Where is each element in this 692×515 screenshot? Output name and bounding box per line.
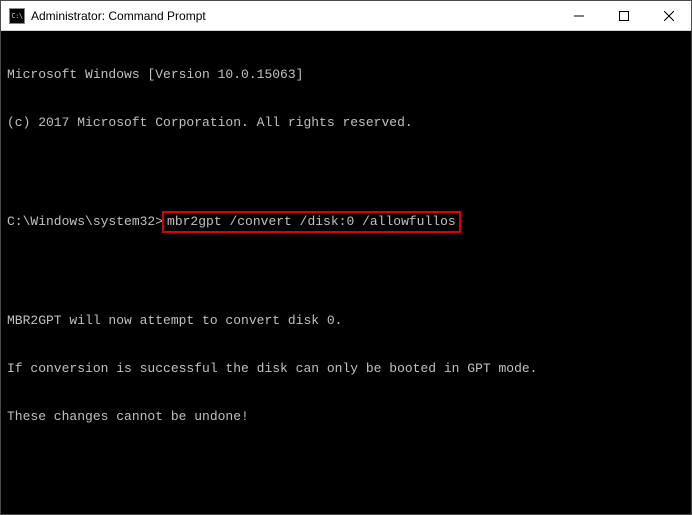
highlighted-command: mbr2gpt /convert /disk:0 /allowfullos (162, 211, 461, 233)
window-controls (556, 1, 691, 30)
terminal-line: MBR2GPT will now attempt to convert disk… (7, 313, 685, 329)
command-line: C:\Windows\system32>mbr2gpt /convert /di… (7, 211, 685, 233)
terminal-line: If conversion is successful the disk can… (7, 361, 685, 377)
terminal-line: Microsoft Windows [Version 10.0.15063] (7, 67, 685, 83)
cmd-icon: C:\ (9, 8, 25, 24)
terminal-line: (c) 2017 Microsoft Corporation. All righ… (7, 115, 685, 131)
terminal-line (7, 265, 685, 281)
terminal-line (7, 505, 685, 514)
terminal-line (7, 163, 685, 179)
minimize-button[interactable] (556, 1, 601, 30)
window-title: Administrator: Command Prompt (31, 9, 556, 23)
terminal-line (7, 457, 685, 473)
terminal-line: These changes cannot be undone! (7, 409, 685, 425)
close-button[interactable] (646, 1, 691, 30)
titlebar[interactable]: C:\ Administrator: Command Prompt (1, 1, 691, 31)
terminal-output[interactable]: Microsoft Windows [Version 10.0.15063] (… (1, 31, 691, 514)
maximize-button[interactable] (601, 1, 646, 30)
prompt-path: C:\Windows\system32> (7, 214, 163, 230)
command-prompt-window: C:\ Administrator: Command Prompt Micros… (0, 0, 692, 515)
